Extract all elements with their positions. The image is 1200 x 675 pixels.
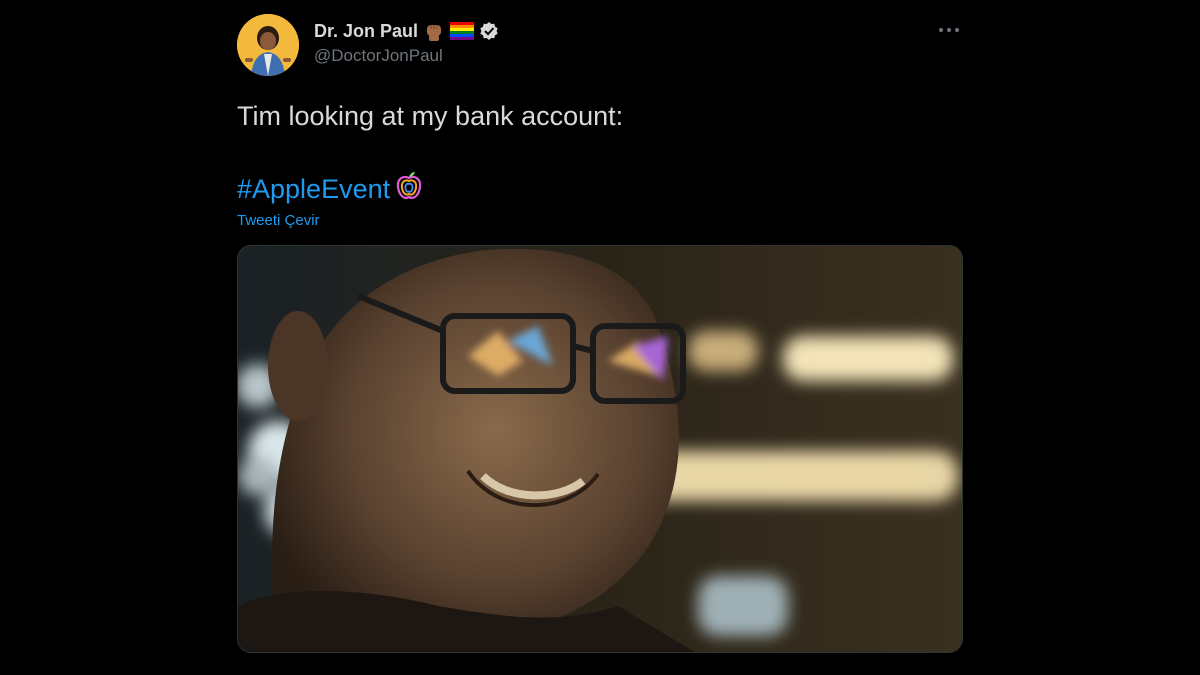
author-avatar[interactable] (237, 14, 299, 76)
author-name-row[interactable]: Dr. Jon Paul (314, 18, 499, 44)
more-horizontal-icon (939, 28, 959, 32)
verified-badge-icon (479, 21, 499, 41)
hashtag-row: #AppleEvent (237, 170, 424, 207)
raised-fist-icon (423, 20, 445, 42)
tweet-media-photo[interactable] (237, 245, 963, 653)
rainbow-flag-icon (450, 22, 475, 40)
hashtag-link[interactable]: #AppleEvent (237, 172, 390, 206)
translate-tweet-link[interactable]: Tweeti Çevir (237, 212, 320, 229)
apple-event-logo-icon (394, 170, 424, 207)
author-display-name[interactable]: Dr. Jon Paul (314, 21, 418, 42)
tweet: Dr. Jon Paul @DoctorJonPaul Tim looking … (237, 0, 963, 675)
author-handle[interactable]: @DoctorJonPaul (314, 46, 443, 66)
smiling-man-with-glasses-photo (238, 246, 962, 652)
more-options-button[interactable] (935, 20, 963, 40)
tweet-text: Tim looking at my bank account: (237, 101, 624, 131)
